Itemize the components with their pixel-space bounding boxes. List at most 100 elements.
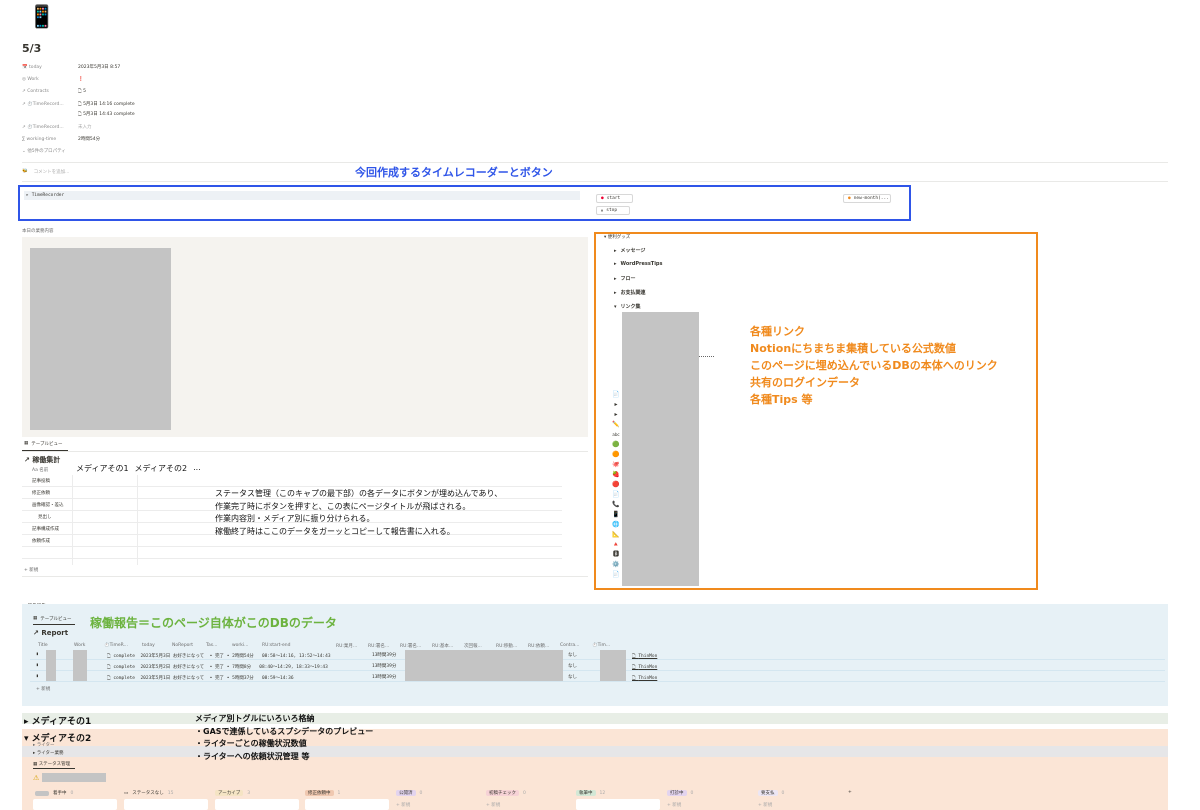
property-value: 2時間54分 — [78, 137, 101, 142]
kanban-col-draftcheck[interactable]: 初稿チェック 0 — [486, 790, 526, 796]
tips-item-payment[interactable]: ▸ お支払関連 — [614, 289, 646, 297]
ruler-icon[interactable]: 📐 — [612, 531, 620, 539]
new-month-button[interactable]: ● new-month(... — [843, 194, 891, 203]
kanban-card[interactable] — [124, 799, 208, 810]
tips-item-links[interactable]: ▾ リンク集 — [614, 303, 641, 311]
mobile-icon[interactable]: 📱 — [612, 511, 620, 519]
col-count: 0 — [70, 790, 74, 796]
col-count: 0 — [419, 790, 423, 796]
add-group-button[interactable]: + — [848, 790, 852, 795]
red-circle-icon[interactable]: 🔴 — [612, 481, 620, 489]
tab-status[interactable]: ▦ ステータス管理 — [33, 761, 70, 767]
strawberry-icon[interactable]: 🍓 — [612, 471, 620, 479]
page-icon[interactable]: 📄 — [612, 491, 620, 499]
db-title-report[interactable]: ↗ Report — [33, 629, 68, 637]
redacted-links — [622, 312, 699, 586]
kanban-col-archive[interactable]: アーカイブ 3 — [215, 790, 250, 796]
abc-icon[interactable]: abc — [612, 431, 620, 439]
timerecorder-toggle[interactable]: ▸ TimeRecorder — [24, 191, 580, 200]
tips-item-flow[interactable]: ▸ フロー — [614, 275, 636, 283]
tips-toggle[interactable]: ▾ 便利グッズ — [604, 234, 630, 240]
pause-icon: ⏸ — [601, 208, 604, 214]
col-label: 修正依頼中 — [305, 790, 334, 796]
col-count: 0 — [690, 790, 694, 796]
new-row-button[interactable]: + 新規 — [24, 567, 38, 573]
new-card-button[interactable]: + 新規 — [758, 802, 772, 808]
tips-item-message[interactable]: ▸ メッセージ — [614, 247, 645, 255]
media1-toggle[interactable]: ▸ メディアその1 — [24, 714, 91, 727]
db-title-work[interactable]: ↗ 稼働集計 — [24, 455, 60, 465]
report-row-2[interactable]: 🗋 complete 2023年5月2日 お好きになって • 完了 • 7時間8… — [107, 663, 328, 671]
more-properties-toggle[interactable]: ⌄ 他5件のプロパティ — [22, 146, 66, 156]
tips-item-wordpress[interactable]: ▸ WordPressTips — [614, 261, 663, 267]
tab-table-view[interactable]: ▦ テーブルビュー — [24, 441, 63, 447]
kanban-card[interactable] — [305, 799, 389, 810]
redacted-contract — [600, 650, 626, 681]
kanban-col-revision[interactable]: 修正依頼中 1 — [305, 790, 340, 796]
col-label: 打診中 — [667, 790, 687, 796]
start-button[interactable]: ● start — [596, 194, 633, 203]
kanban-col-sounding[interactable]: 打診中 0 — [667, 790, 693, 796]
redacted-image — [30, 248, 171, 430]
orange-circle-icon[interactable]: 🟠 — [612, 451, 620, 459]
table-icon: ▦ — [33, 616, 38, 621]
report-row-3[interactable]: 🗋 complete 2023年5月1日 お好きになって • 完了 • 5時間3… — [107, 674, 294, 682]
green-circle-icon[interactable]: 🟢 — [612, 441, 620, 449]
octopus-icon[interactable]: 🐙 — [612, 461, 620, 469]
property-working-time[interactable]: ∑ working-time 2時間54分 — [22, 134, 100, 144]
new-card-button[interactable]: + 新規 — [667, 802, 681, 808]
row-icon: ▮ — [36, 652, 39, 657]
globe-icon[interactable]: 🌐 — [612, 521, 620, 529]
col-label: ステータスなし — [132, 791, 164, 796]
col-label: 着手中 — [53, 791, 67, 796]
link-cell[interactable]: 🗋 ThinMon — [632, 674, 657, 682]
table-icon: ▦ — [24, 441, 29, 446]
page-title[interactable]: 5/3 — [22, 42, 41, 55]
kanban-col-nostatus[interactable]: ▭ ステータスなし 15 — [124, 790, 174, 797]
row-label: 依頼作成 — [32, 538, 50, 544]
link-cell[interactable]: 🗋 ThinMon — [632, 652, 657, 660]
redacted-db-title — [42, 773, 106, 782]
kanban-col-inprogress[interactable]: 着手中 0 — [35, 790, 73, 796]
new-row-button[interactable]: + 新規 — [36, 686, 50, 692]
stop-button[interactable]: ⏸ stop — [596, 206, 630, 215]
phone-icon[interactable]: 📞 — [612, 501, 620, 509]
property-name: ↗ Contracts — [22, 88, 49, 94]
plus-icon: + — [848, 790, 852, 795]
row-icon: ▮ — [36, 674, 39, 679]
report-row-1[interactable]: 🗋 complete 2023年5月3日 お好きになって • 完了 • 2時間5… — [107, 652, 331, 660]
page-icon[interactable]: 📄 — [612, 391, 620, 399]
kanban-card[interactable] — [215, 799, 299, 810]
property-work[interactable]: ◎ Work ❗ — [22, 74, 84, 84]
property-timerecord-empty[interactable]: ↗ ⏱️TimeRecord... 未入力 — [22, 122, 92, 132]
row-label: 見出し — [38, 514, 52, 520]
toggle-label: TimeRecorder — [31, 193, 65, 198]
link-cell[interactable]: 🗋 ThinMon — [632, 663, 657, 671]
property-contracts[interactable]: ↗ Contracts 🗋 5 — [22, 86, 86, 96]
writer-work-toggle[interactable]: ▸ ライター業務 — [33, 750, 64, 756]
row-icon: ▮ — [36, 663, 39, 668]
kanban-card[interactable] — [576, 799, 660, 810]
link-stub[interactable] — [699, 356, 714, 357]
b-icon[interactable]: 🅱 — [612, 551, 620, 559]
caret-right-icon[interactable]: ▸ — [612, 411, 620, 419]
table-row[interactable] — [22, 547, 562, 559]
pencil-icon[interactable]: ✏️ — [612, 421, 620, 429]
kanban-col-writing[interactable]: 執筆中 12 — [576, 790, 605, 796]
tab-report-table[interactable]: ▦ テーブルビュー — [33, 616, 72, 622]
property-timerecord[interactable]: ↗ ⏱️TimeRecord... 🗋 5月3日 14:16 complete — [22, 99, 135, 109]
kanban-card[interactable] — [33, 799, 117, 810]
caret-right-icon[interactable]: ▸ — [612, 401, 620, 409]
table-row[interactable]: 記事投稿 — [22, 475, 562, 487]
property-timerecord-2[interactable]: 🗋 5月3日 14:43 complete — [22, 109, 135, 119]
kanban-col-payment[interactable]: 要支払 0 — [758, 790, 784, 796]
gear-icon[interactable]: ⚙️ — [612, 561, 620, 569]
property-today[interactable]: 📅 today 2023年5月3日 8:57 — [22, 62, 120, 72]
start-label: start — [606, 196, 621, 201]
triangle-icon[interactable]: 🔺 — [612, 541, 620, 549]
new-card-button[interactable]: + 新規 — [396, 802, 410, 808]
comment-input[interactable]: 🐝 コメントを追加... — [22, 169, 69, 175]
kanban-col-published[interactable]: 公開済 0 — [396, 790, 422, 796]
page-icon[interactable]: 📄 — [612, 571, 620, 579]
new-card-button[interactable]: + 新規 — [486, 802, 500, 808]
